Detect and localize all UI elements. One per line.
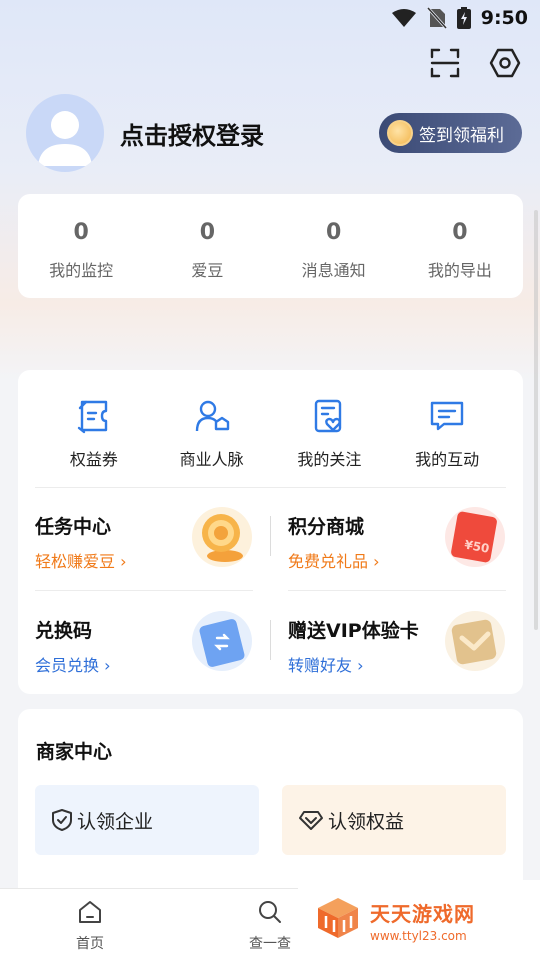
diamond-icon [298,809,324,831]
header-actions [428,46,522,80]
no-sim-icon [426,7,447,29]
stat-label: 爱豆 [191,261,224,280]
stat-monitor[interactable]: 0 我的监控 [18,194,144,298]
home-icon [77,899,103,929]
stat-value: 0 [199,220,216,245]
watermark-title: 天天游戏网 [370,901,475,926]
divider [270,516,271,556]
status-bar: 9:50 [0,0,540,36]
avatar[interactable] [26,94,104,172]
promo-vip-card[interactable]: 赠送VIP体验卡 转赠好友 › [288,592,506,692]
quick-label: 商业人脉 [179,450,244,469]
promo-subtitle: 会员兑换 › [35,656,111,675]
clock: 9:50 [480,7,528,29]
search-icon [257,899,283,929]
follow-icon [309,396,349,436]
promo-points-mall[interactable]: 积分商城 免费兑礼品 › ¥50 [288,488,506,588]
quick-item-interactions[interactable]: 我的互动 [388,370,506,487]
claim-company-button[interactable]: 认领企业 [35,785,259,855]
promo-task-center[interactable]: 任务中心 轻松赚爱豆 › [35,488,253,588]
merchant-btn-label: 认领企业 [77,810,154,833]
promo-subtitle: 免费兑礼品 › [288,552,380,571]
merchant-btn-label: 认领权益 [328,810,405,833]
exchange-card-icon [191,610,253,672]
scan-icon[interactable] [428,46,462,80]
divider [270,620,271,660]
promo-subtitle: 转赠好友 › [288,656,364,675]
contacts-icon [192,396,232,436]
promo-title: 任务中心 [35,516,112,538]
stat-messages[interactable]: 0 消息通知 [271,194,397,298]
coin-icon [387,120,413,146]
services-card: 权益券 商业人脉 我的关注 我的互动 任务中心 轻松赚爱豆 › 积分商城 免费兑… [18,370,523,694]
nav-label: 首页 [76,936,104,952]
claim-rights-button[interactable]: 认领权益 [282,785,506,855]
stat-exports[interactable]: 0 我的导出 [397,194,523,298]
signin-button[interactable]: 签到领福利 [379,113,522,153]
promo-title: 积分商城 [288,516,365,538]
quick-actions: 权益券 商业人脉 我的关注 我的互动 [35,370,506,488]
quick-item-coupons[interactable]: 权益券 [35,370,153,487]
settings-icon[interactable] [488,46,522,80]
stat-aidou[interactable]: 0 爱豆 [144,194,270,298]
watermark-logo-icon [314,894,362,946]
signin-label: 签到领福利 [419,125,504,146]
stat-value: 0 [73,220,89,245]
login-prompt[interactable]: 点击授权登录 [120,116,264,151]
quick-label: 我的互动 [415,450,480,469]
merchant-card: 商家中心 认领企业 认领权益 [18,709,523,899]
promo-title: 兑换码 [35,620,93,642]
merchant-title: 商家中心 [36,741,113,763]
stat-value: 0 [452,220,468,245]
watermark: 天天游戏网 www.ttyl23.com [298,880,540,960]
quick-label: 权益券 [69,450,118,469]
profile-area[interactable]: 点击授权登录 [26,94,264,172]
watermark-url: www.ttyl23.com [370,928,467,943]
wifi-icon [391,8,417,28]
stat-label: 我的导出 [427,261,492,280]
message-icon [427,396,467,436]
promo-title: 赠送VIP体验卡 [288,620,419,642]
vip-card-icon [444,610,506,672]
stat-value: 0 [325,220,342,245]
quick-item-follow[interactable]: 我的关注 [271,370,389,487]
watermark-text: 天天游戏网 www.ttyl23.com [370,898,475,943]
promo-exchange-code[interactable]: 兑换码 会员兑换 › [35,592,253,692]
stat-label: 我的监控 [49,261,114,280]
shield-check-icon [51,808,73,832]
red-voucher-icon: ¥50 [444,506,506,568]
nav-label: 查一查 [249,936,291,952]
quick-label: 我的关注 [297,450,362,469]
coin-stack-icon [191,506,253,568]
promo-subtitle: 轻松赚爱豆 › [35,552,127,571]
divider [35,590,253,591]
divider [288,590,506,591]
scrollbar[interactable] [534,210,538,630]
quick-item-contacts[interactable]: 商业人脉 [153,370,271,487]
stat-label: 消息通知 [301,261,366,280]
stats-card: 0 我的监控 0 爱豆 0 消息通知 0 我的导出 [18,194,523,298]
nav-home[interactable]: 首页 [0,889,180,960]
battery-icon [456,7,471,29]
coupon-icon [74,396,114,436]
